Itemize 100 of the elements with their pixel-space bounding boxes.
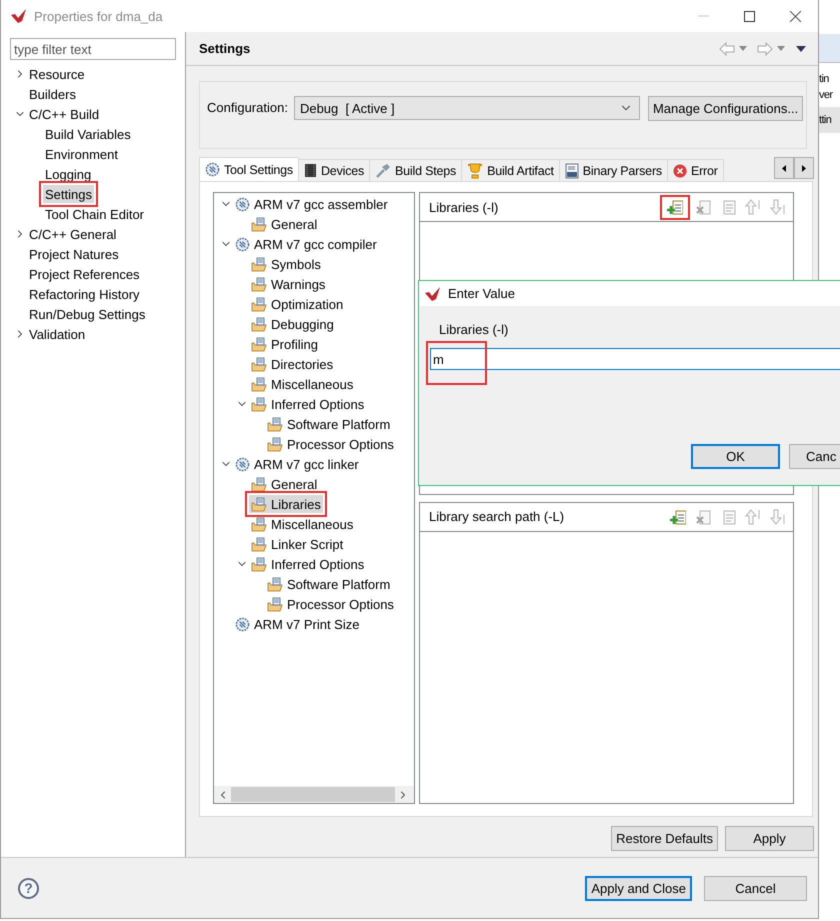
tree-item[interactable]: General (249, 215, 320, 233)
dialog-button[interactable]: OK (691, 444, 780, 469)
close-icon[interactable] (790, 10, 800, 22)
folder-icon (267, 436, 283, 452)
folder-icon (251, 396, 267, 412)
page-title: Settings (199, 41, 252, 56)
delete-icon (695, 199, 711, 215)
tree-item[interactable]: Miscellaneous (249, 515, 356, 533)
configuration-dropdown[interactable]: Debug [ Active ] (294, 96, 640, 120)
scroll-left-button[interactable] (774, 157, 794, 179)
tree-item[interactable]: ARM v7 Print Size (233, 615, 362, 633)
tree-item[interactable]: Directories (249, 355, 336, 373)
add-icon (670, 508, 686, 524)
gear-icon (205, 162, 220, 177)
delete-icon (695, 508, 711, 524)
tree-item[interactable]: Build Variables (43, 125, 133, 143)
tab[interactable]: Tool Settings (199, 157, 299, 181)
dialog-button[interactable]: Canc (789, 444, 840, 469)
tree-item[interactable]: Settings (43, 185, 94, 203)
right-triangle-icon (802, 164, 806, 172)
folder-icon (251, 556, 267, 572)
dropdown-icon[interactable] (739, 46, 747, 51)
chip-icon (304, 163, 317, 178)
window-header-band (819, 34, 840, 63)
panel-title: Libraries (-l) (429, 200, 500, 214)
tree-item[interactable]: Tool Chain Editor (43, 205, 146, 223)
gear-icon (235, 456, 250, 472)
view-menu-icon[interactable] (796, 46, 806, 52)
tree-item[interactable]: Logging (43, 165, 94, 183)
folder-icon (251, 296, 267, 312)
tree-item[interactable]: Optimization (249, 295, 346, 313)
tree-item[interactable]: Project Natures (27, 245, 121, 263)
tree-item[interactable]: Resource (27, 65, 87, 83)
tree-item[interactable]: Validation (27, 325, 88, 343)
scroll-right-button[interactable] (794, 157, 814, 179)
folder-icon (251, 496, 267, 512)
tree-item[interactable]: ARM v7 gcc assembler (233, 195, 390, 213)
logo-icon (10, 8, 28, 24)
tab[interactable]: Error (666, 159, 724, 181)
help-button[interactable]: ? (18, 878, 39, 898)
tree-item[interactable]: Linker Script (249, 535, 346, 553)
filter-field[interactable]: type filter text (10, 38, 176, 60)
background-text: ttin (819, 107, 840, 133)
tree-item[interactable]: Environment (43, 145, 120, 163)
page-button[interactable]: Apply (725, 826, 814, 851)
tree-item[interactable]: Software Platform (265, 415, 392, 433)
tree-item[interactable]: Debugging (249, 315, 336, 333)
down-arrow-icon (770, 199, 786, 215)
tree-item[interactable]: Profiling (249, 335, 320, 353)
folder-icon (267, 416, 283, 432)
tree-item[interactable]: C/C++ General (27, 225, 118, 243)
tab[interactable]: Build Steps (369, 159, 462, 181)
add-icon (667, 199, 683, 215)
folder-icon (251, 376, 267, 392)
tree-item[interactable]: Processor Options (265, 595, 396, 613)
dropdown-icon[interactable] (777, 46, 785, 51)
background-text: ver (819, 88, 834, 103)
folder-icon (251, 276, 267, 292)
binary-file-icon (564, 162, 579, 178)
tree-item[interactable]: Software Platform (265, 575, 392, 593)
tree-item[interactable]: Refactoring History (27, 285, 142, 303)
tree-item[interactable]: ARM v7 gcc compiler (233, 235, 379, 253)
folder-icon (267, 576, 283, 592)
tree-item[interactable]: Symbols (249, 255, 323, 273)
dialog-button[interactable]: Apply and Close (585, 876, 692, 900)
tab[interactable]: Build Artifact (461, 159, 560, 181)
down-arrow-icon (770, 508, 786, 524)
folder-icon (251, 356, 267, 372)
maximize-icon[interactable] (744, 10, 754, 22)
hammer-icon (375, 163, 392, 178)
tree-item[interactable]: Inferred Options (249, 395, 366, 413)
tree-item[interactable]: Warnings (249, 275, 328, 293)
tree-item[interactable]: General (249, 475, 320, 493)
panel-title: Library search path (-L) (429, 509, 566, 524)
tree-item[interactable]: Libraries (249, 495, 323, 513)
tree-item[interactable]: Processor Options (265, 435, 396, 453)
toolbar-button[interactable] (660, 194, 690, 220)
tree-item[interactable]: Project References (27, 265, 142, 283)
dialog-button[interactable]: Cancel (704, 876, 807, 900)
folder-icon (267, 596, 283, 612)
tree-item[interactable]: Miscellaneous (249, 375, 356, 393)
tree-item[interactable]: Inferred Options (249, 555, 366, 573)
left-triangle-icon (782, 164, 786, 172)
value-field[interactable]: m (430, 348, 840, 370)
tree-item[interactable]: Run/Debug Settings (27, 305, 148, 323)
page-button[interactable]: Restore Defaults (611, 826, 718, 851)
scrollbar-thumb[interactable] (231, 787, 395, 802)
folder-icon (251, 256, 267, 272)
manage-configurations-button[interactable]: Manage Configurations... (648, 96, 804, 121)
logo-icon (424, 286, 442, 302)
folder-icon (251, 476, 267, 492)
folder-icon (251, 336, 267, 352)
error-icon (672, 164, 687, 178)
tree-item[interactable]: Builders (27, 85, 78, 103)
trophy-icon (467, 162, 484, 178)
tab[interactable]: Binary Parsers (558, 159, 668, 181)
background-text: tin (819, 72, 830, 87)
tree-item[interactable]: ARM v7 gcc linker (233, 455, 361, 473)
tree-item[interactable]: C/C++ Build (27, 105, 102, 123)
up-arrow-icon (745, 199, 761, 215)
